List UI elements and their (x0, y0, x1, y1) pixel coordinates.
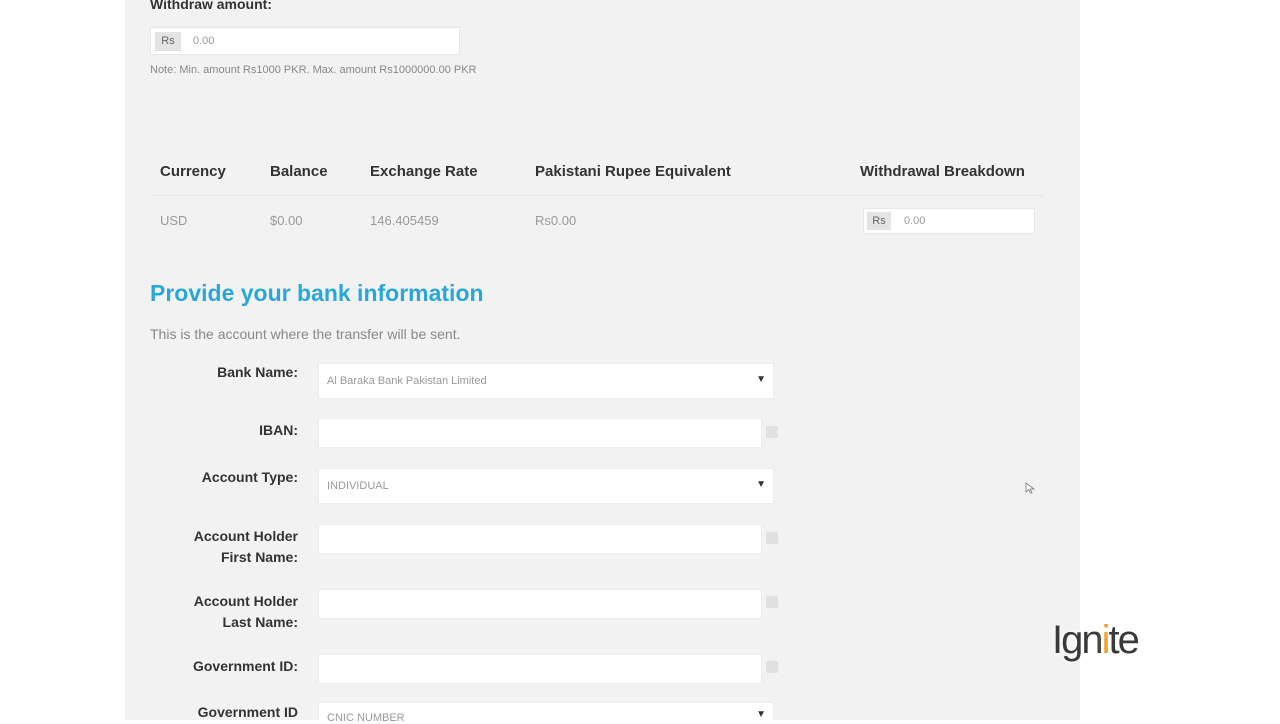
chevron-down-icon: ▼ (756, 479, 766, 490)
breakdown-currency-prefix: Rs (867, 212, 891, 230)
cell-pkr-equivalent: Rs0.00 (535, 213, 577, 228)
cell-balance: $0.00 (270, 213, 303, 228)
withdraw-amount-input[interactable]: Rs 0.00 (150, 27, 460, 55)
withdrawal-breakdown-input[interactable]: Rs 0.00 (863, 208, 1035, 234)
column-header-pkr-equivalent: Pakistani Rupee Equivalent (535, 163, 731, 180)
field-info-icon (766, 426, 778, 438)
breakdown-value: 0.00 (904, 215, 926, 227)
chevron-down-icon: ▼ (756, 374, 766, 385)
logo-text-part1: Ign (1052, 618, 1104, 662)
ignite-logo: Ignite (1052, 618, 1140, 663)
last-name-label-line1: Account Holder (193, 593, 298, 609)
first-name-input[interactable] (318, 524, 762, 554)
last-name-label-line2: Last Name: (222, 614, 298, 630)
bank-info-subtitle: This is the account where the transfer w… (150, 326, 461, 342)
account-type-label: Account Type: (201, 469, 298, 485)
iban-label: IBAN: (259, 422, 298, 438)
account-type-value: INDIVIDUAL (327, 480, 389, 492)
last-name-label: Account Holder Last Name: (128, 591, 298, 633)
cell-currency: USD (160, 213, 188, 228)
last-name-input[interactable] (318, 589, 762, 619)
field-info-icon (766, 661, 778, 673)
table-divider (150, 195, 1045, 196)
column-header-balance: Balance (270, 163, 328, 180)
bank-info-title: Provide your bank information (150, 280, 484, 306)
first-name-label: Account Holder First Name: (128, 526, 298, 568)
field-info-icon (766, 596, 778, 608)
field-info-icon (766, 532, 778, 544)
withdraw-limit-note: Note: Min. amount Rs1000 PKR. Max. amoun… (150, 64, 477, 76)
iban-input[interactable] (318, 418, 762, 448)
logo-text-part2: te (1108, 618, 1140, 662)
chevron-down-icon: ▼ (756, 709, 766, 720)
mouse-cursor-icon (1025, 482, 1036, 494)
bank-name-select[interactable]: Al Baraka Bank Pakistan Limited ▼ (318, 363, 774, 399)
column-header-exchange-rate: Exchange Rate (370, 163, 478, 180)
cell-exchange-rate: 146.405459 (370, 213, 439, 228)
logo-text-accent: i (1101, 618, 1111, 662)
withdraw-amount-value: 0.00 (193, 35, 215, 47)
currency-prefix: Rs (155, 32, 181, 51)
withdraw-amount-label: Withdraw amount: (150, 0, 272, 12)
column-header-withdrawal-breakdown: Withdrawal Breakdown (860, 163, 1025, 180)
government-id-type-select[interactable]: CNIC NUMBER ▼ (318, 702, 774, 724)
government-id-type-value: CNIC NUMBER (327, 712, 405, 724)
bank-name-label: Bank Name: (217, 364, 298, 380)
bank-name-value: Al Baraka Bank Pakistan Limited (327, 375, 487, 387)
first-name-label-line2: First Name: (220, 549, 298, 565)
first-name-label-line1: Account Holder (193, 528, 298, 544)
account-type-select[interactable]: INDIVIDUAL ▼ (318, 468, 774, 504)
column-header-currency: Currency (160, 163, 226, 180)
government-id-label: Government ID: (192, 658, 298, 674)
government-id-input[interactable] (318, 654, 762, 684)
